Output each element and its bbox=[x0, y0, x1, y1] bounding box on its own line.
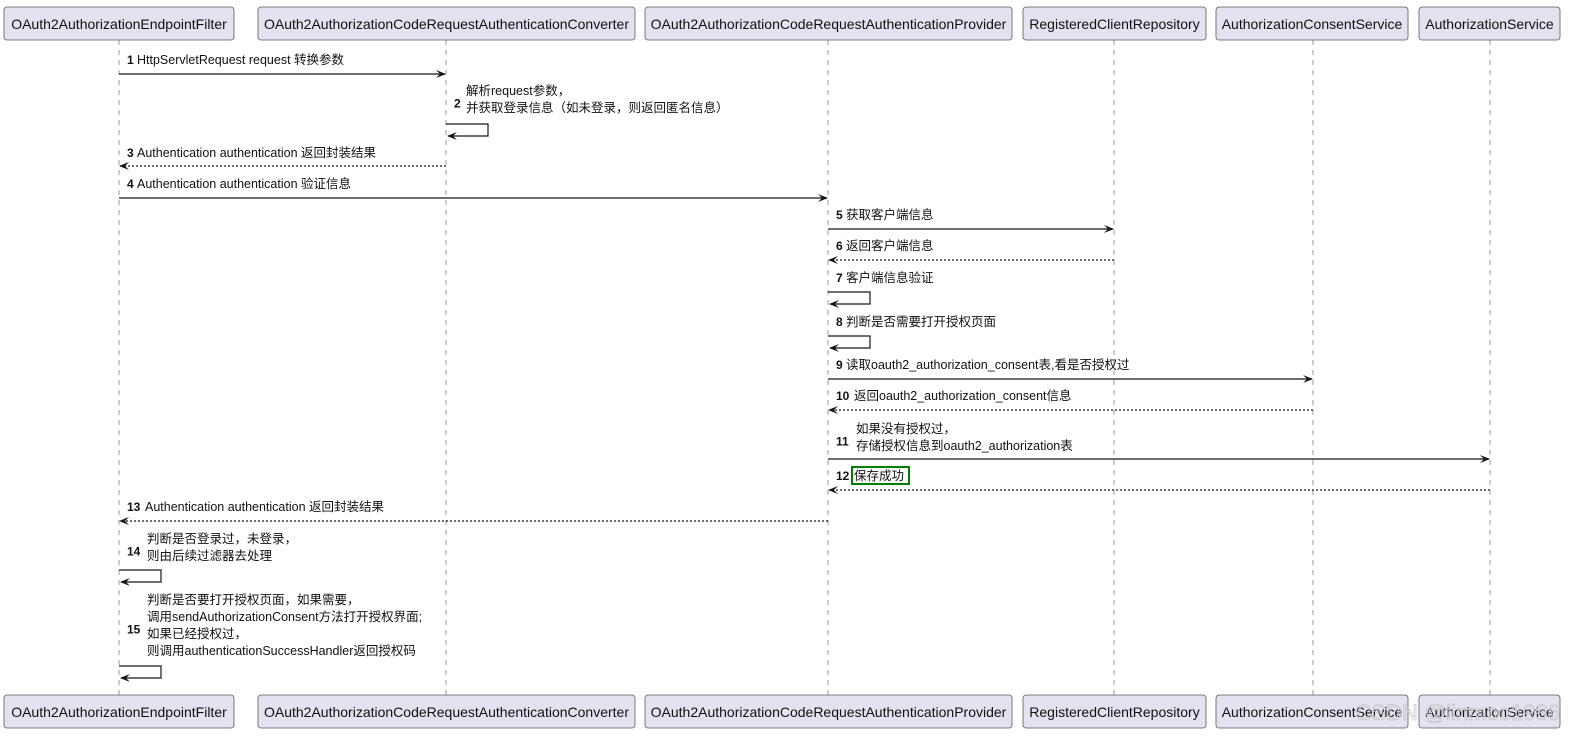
message-label: Authentication authentication 返回封装结果 bbox=[145, 500, 385, 514]
message-2: 2 解析request参数， 并获取登录信息（如未登录，则返回匿名信息） bbox=[446, 83, 729, 140]
message-label: 并获取登录信息（如未登录，则返回匿名信息） bbox=[466, 100, 729, 115]
message-label: 判断是否需要打开授权页面 bbox=[846, 314, 996, 329]
message-label: 则由后续过滤器去处理 bbox=[147, 549, 273, 563]
message-number: 4 bbox=[127, 177, 134, 191]
message-15: 15 判断是否要打开授权页面，如果需要， 调用sendAuthorizationCo… bbox=[119, 592, 422, 682]
participant-top[interactable]: OAuth2AuthorizationCodeRequestAuthentica… bbox=[644, 6, 1013, 41]
message-number: 11 bbox=[836, 435, 849, 449]
participant-label: AuthorizationConsentService bbox=[1222, 16, 1403, 32]
message-number: 13 bbox=[127, 500, 141, 514]
message-10: 10 返回oauth2_authorization_consent信息 bbox=[828, 388, 1313, 414]
message-11: 11 如果没有授权过， 存储授权信息到oauth2_authorization表 bbox=[828, 421, 1490, 463]
participant-label: OAuth2AuthorizationCodeRequestAuthentica… bbox=[264, 704, 629, 720]
message-number: 2 bbox=[454, 97, 461, 111]
message-number: 8 bbox=[836, 315, 843, 329]
sequence-diagram: OAuth2AuthorizationEndpointFilter OAuth2A… bbox=[3, 6, 1561, 729]
message-label: 判断是否要打开授权页面，如果需要， bbox=[147, 592, 360, 607]
message-1: 1 HttpServletRequest request 转换参数 bbox=[119, 52, 446, 78]
self-message-arrow bbox=[446, 123, 489, 140]
watermark: CSDN @linmoo1986 bbox=[1355, 700, 1560, 725]
participant-top[interactable]: OAuth2AuthorizationEndpointFilter bbox=[3, 6, 235, 41]
message-8: 8 判断是否需要打开授权页面 bbox=[828, 314, 996, 352]
message-label: 则调用authenticationSuccessHandler返回授权码 bbox=[147, 643, 416, 658]
message-label: 保存成功 bbox=[854, 469, 904, 483]
self-message-arrow bbox=[119, 665, 162, 682]
message-label: Authentication authentication 返回封装结果 bbox=[137, 146, 377, 160]
message-13: 13 Authentication authentication 返回封装结果 bbox=[119, 500, 828, 525]
message-5: 5 获取客户端信息 bbox=[828, 207, 1114, 233]
message-6: 6 返回客户端信息 bbox=[828, 238, 1114, 264]
message-number: 3 bbox=[127, 146, 134, 160]
message-4: 4 Authentication authentication 验证信息 bbox=[119, 176, 828, 202]
participant-label: OAuth2AuthorizationCodeRequestAuthentica… bbox=[651, 16, 1007, 32]
message-label: 如果没有授权过， bbox=[856, 421, 956, 436]
message-label: Authentication authentication 验证信息 bbox=[137, 176, 351, 191]
participant-top[interactable]: OAuth2AuthorizationCodeRequestAuthentica… bbox=[257, 6, 636, 41]
message-label: 获取客户端信息 bbox=[846, 207, 934, 222]
participant-label: OAuth2AuthorizationCodeRequestAuthentica… bbox=[264, 16, 629, 32]
participant-top[interactable]: AuthorizationConsentService bbox=[1215, 6, 1409, 41]
participant-label: OAuth2AuthorizationEndpointFilter bbox=[11, 704, 227, 720]
message-number: 10 bbox=[836, 389, 850, 403]
participant-top[interactable]: RegisteredClientRepository bbox=[1022, 6, 1207, 41]
participant-bottom[interactable]: OAuth2AuthorizationEndpointFilter bbox=[3, 694, 235, 729]
participant-bottom[interactable]: OAuth2AuthorizationCodeRequestAuthentica… bbox=[257, 694, 636, 729]
message-label: 存储授权信息到oauth2_authorization表 bbox=[856, 438, 1073, 453]
self-message-arrow bbox=[828, 291, 871, 308]
message-label: HttpServletRequest request 转换参数 bbox=[137, 52, 345, 67]
participant-label: OAuth2AuthorizationEndpointFilter bbox=[11, 16, 227, 32]
self-message-arrow bbox=[119, 569, 162, 586]
message-number: 9 bbox=[836, 358, 843, 372]
message-label: 客户端信息验证 bbox=[846, 270, 934, 285]
self-message-arrow bbox=[828, 335, 871, 352]
message-label: 返回oauth2_authorization_consent信息 bbox=[854, 388, 1072, 403]
message-14: 14 判断是否登录过，未登录， 则由后续过滤器去处理 bbox=[119, 531, 297, 586]
participant-top[interactable]: AuthorizationService bbox=[1418, 6, 1561, 41]
message-number: 12 bbox=[836, 469, 850, 483]
message-9: 9 读取oauth2_authorization_consent表,看是否授权过 bbox=[828, 357, 1313, 383]
message-label: 解析request参数， bbox=[466, 83, 570, 98]
message-number: 6 bbox=[836, 239, 843, 253]
participant-label: RegisteredClientRepository bbox=[1029, 704, 1199, 720]
message-number: 7 bbox=[836, 271, 843, 285]
participant-bottom[interactable]: OAuth2AuthorizationCodeRequestAuthentica… bbox=[644, 694, 1013, 729]
participant-label: RegisteredClientRepository bbox=[1029, 16, 1199, 32]
message-number: 14 bbox=[127, 545, 141, 559]
message-3: 3 Authentication authentication 返回封装结果 bbox=[119, 146, 446, 170]
message-label: 如果已经授权过， bbox=[147, 626, 247, 641]
message-number: 1 bbox=[127, 53, 134, 67]
message-number: 15 bbox=[127, 623, 141, 637]
message-12: 12 保存成功 bbox=[828, 466, 1490, 494]
participant-bottom[interactable]: RegisteredClientRepository bbox=[1022, 694, 1207, 729]
message-7: 7 客户端信息验证 bbox=[828, 270, 934, 308]
participant-label: AuthorizationService bbox=[1425, 16, 1554, 32]
message-label: 调用sendAuthorizationConsent方法打开授权界面; bbox=[147, 609, 422, 624]
message-label: 判断是否登录过，未登录， bbox=[147, 531, 297, 546]
message-label: 返回客户端信息 bbox=[846, 238, 934, 253]
message-number: 5 bbox=[836, 208, 843, 222]
message-label: 读取oauth2_authorization_consent表,看是否授权过 bbox=[846, 357, 1130, 372]
participant-label: OAuth2AuthorizationCodeRequestAuthentica… bbox=[651, 704, 1007, 720]
